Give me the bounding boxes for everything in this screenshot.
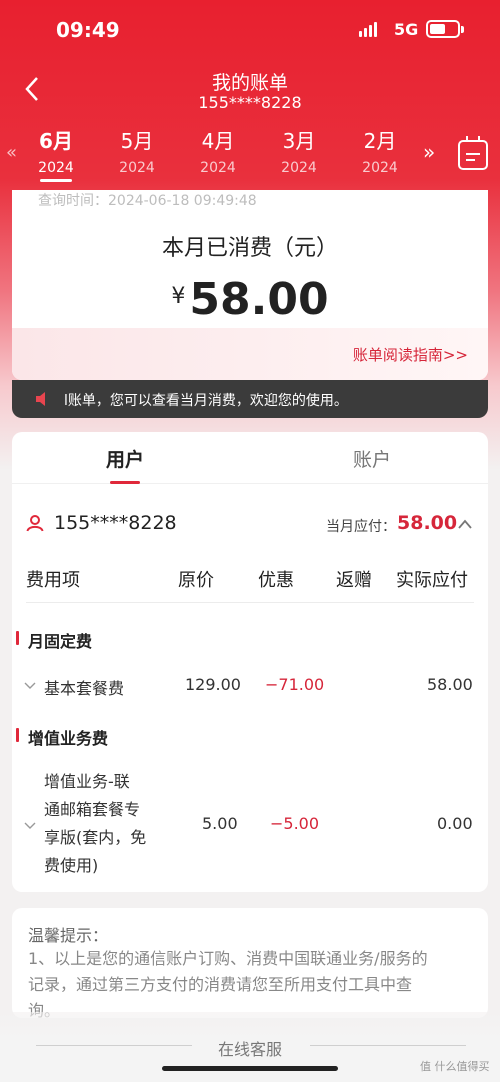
page-title: 我的账单 [211, 72, 288, 94]
watermark: 值 什么值得买 [420, 1060, 490, 1073]
item-name: 增值业务-联 通邮箱套餐专 享版(套内，免 费使用) [44, 772, 147, 875]
calendar-icon[interactable] [458, 136, 488, 170]
chevron-down-icon[interactable] [24, 679, 36, 694]
header-actual: 实际应付 [396, 570, 468, 591]
prev-month-icon[interactable]: « [6, 142, 17, 163]
header-rebate: 返赠 [336, 570, 372, 591]
network-type: 5G [394, 20, 419, 39]
online-service-button[interactable]: 在线客服 [200, 1036, 300, 1060]
item-original: 129.00 [185, 675, 241, 694]
tips-title: 温馨提示： [28, 926, 109, 945]
spent-amount: ¥58.00 [171, 274, 329, 325]
section-monthly-fixed: 月固定费 [16, 628, 92, 652]
chevron-up-icon[interactable] [457, 518, 473, 534]
tab-bar: 用户 账户 [12, 432, 488, 484]
speaker-icon [34, 390, 52, 408]
month-tab-feb[interactable]: 2月 2024 [350, 126, 410, 176]
item-name: 基本套餐费 [44, 679, 125, 698]
month-tab-mar[interactable]: 3月 2024 [269, 126, 329, 176]
account-number: 155****8228 [54, 512, 177, 534]
chevron-down-icon[interactable] [24, 819, 36, 834]
bill-detail-card: 用户 账户 155****8228 当月应付： 58.00 费用项 原价 优惠 … [12, 432, 488, 892]
battery-icon [426, 20, 464, 38]
item-actual: 58.00 [427, 675, 473, 694]
back-icon[interactable] [22, 74, 52, 110]
month-selector: « 6月 2024 5月 2024 4月 2024 3月 2024 2月 2024 » [0, 126, 500, 188]
item-discount: −5.00 [270, 814, 320, 833]
tab-user[interactable]: 用户 [65, 445, 185, 472]
tips-body: 1、以上是您的通信账户订购、消费中国联通业务/服务的 记录，通过第三方支付的消费… [28, 949, 428, 1018]
spent-label: 本月已消费（元） [161, 236, 338, 261]
signal-icon [359, 22, 377, 37]
table-divider [26, 602, 474, 603]
home-indicator [162, 1066, 338, 1071]
header-item: 费用项 [26, 570, 80, 591]
bill-guide-link[interactable]: 账单阅读指南>> [353, 344, 468, 365]
item-actual: 0.00 [437, 814, 473, 833]
person-icon [26, 514, 44, 532]
notice-text: l账单，您可以查看当月消费，欢迎您的使用。 [64, 393, 348, 409]
section-value-added: 增值业务费 [16, 725, 108, 749]
query-time: 查询时间：2024-06-18 09:49:48 [38, 193, 257, 209]
next-month-icon[interactable]: » [423, 140, 435, 164]
month-tab-may[interactable]: 5月 2024 [107, 126, 167, 176]
tab-account[interactable]: 账户 [312, 445, 432, 472]
bill-summary-card: 查询时间：2024-06-18 09:49:48 本月已消费（元） ¥58.00… [12, 190, 488, 380]
month-tab-apr[interactable]: 4月 2024 [188, 126, 248, 176]
header-discount: 优惠 [258, 570, 294, 591]
item-discount: −71.00 [265, 675, 325, 694]
due-value: 58.00 [397, 512, 458, 534]
account-row[interactable]: 155****8228 当月应付： 58.00 [12, 484, 488, 544]
header-original: 原价 [178, 570, 214, 591]
status-time: 09:49 [56, 18, 120, 42]
tips-card: 温馨提示： 1、以上是您的通信账户订购、消费中国联通业务/服务的 记录，通过第三… [12, 908, 488, 1018]
month-tab-jun[interactable]: 6月 2024 [26, 126, 86, 182]
page-subtitle: 155****8228 [198, 93, 302, 112]
item-original: 5.00 [202, 814, 238, 833]
due-label: 当月应付： [326, 519, 396, 535]
status-bar: 09:49 5G [0, 0, 500, 60]
notice-bar: l账单，您可以查看当月消费，欢迎您的使用。 [12, 380, 488, 418]
